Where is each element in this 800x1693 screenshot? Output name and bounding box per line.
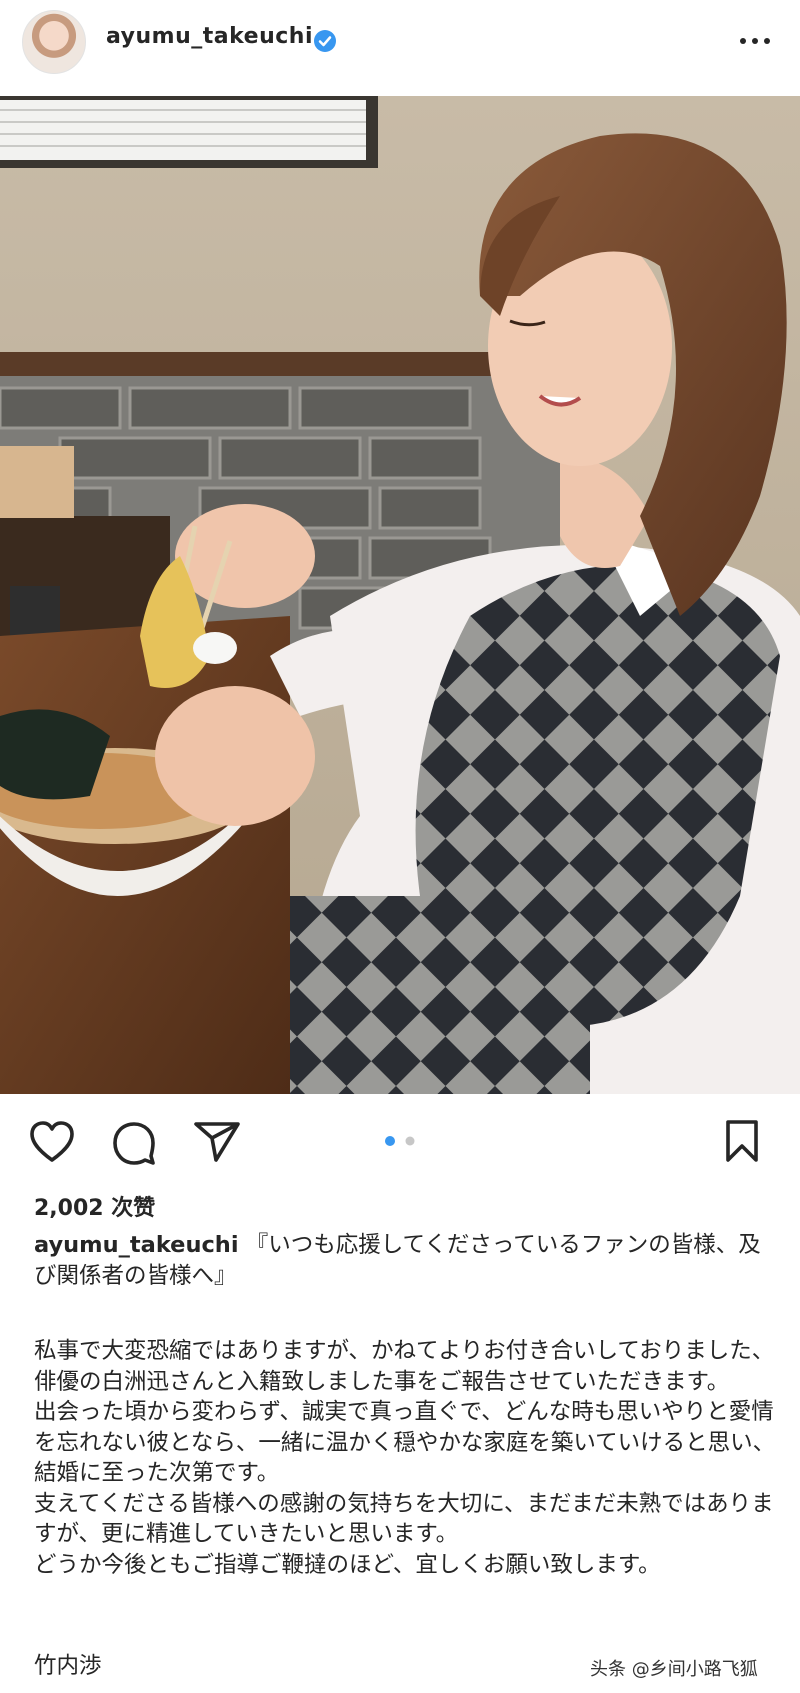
avatar[interactable] bbox=[22, 10, 86, 74]
carousel-indicator bbox=[385, 1136, 415, 1146]
caption-paragraph: 出会った頃から変わらず、誠実で真っ直ぐで、どんな時も思いやりと愛情を忘れない彼と… bbox=[34, 1399, 776, 1486]
photo-illustration bbox=[0, 96, 800, 1094]
more-icon[interactable] bbox=[738, 29, 772, 53]
post-photo[interactable] bbox=[0, 96, 800, 1094]
watermark: 头条 @乡间小路飞狐 bbox=[590, 1659, 758, 1680]
like-count[interactable]: 2,002 次赞 bbox=[34, 1190, 155, 1222]
caption-paragraph: 支えてくださる皆様への感謝の気持ちを大切に、まだまだ未熟ではありますが、更に精進… bbox=[34, 1490, 774, 1548]
share-icon[interactable] bbox=[192, 1120, 242, 1164]
carousel-dot bbox=[405, 1136, 415, 1146]
caption: ayumu_takeuchi 『いつも応援してくださっているファンの皆様、及び関… bbox=[34, 1230, 774, 1292]
verified-icon bbox=[314, 30, 336, 52]
carousel-dot-active bbox=[385, 1136, 395, 1146]
heart-icon[interactable] bbox=[28, 1120, 76, 1164]
post-header: ayumu_takeuchi bbox=[0, 0, 800, 96]
signature: 竹内渉 bbox=[34, 1653, 102, 1679]
comment-icon[interactable] bbox=[111, 1120, 157, 1166]
bookmark-icon[interactable] bbox=[722, 1118, 762, 1164]
caption-username[interactable]: ayumu_takeuchi bbox=[34, 1232, 239, 1258]
caption-paragraph: どうか今後ともご指導ご鞭撻のほど、宜しくお願い致します。 bbox=[34, 1551, 661, 1578]
caption-body: 私事で大変恐縮ではありますが、かねてよりお付き合いしておりました、俳優の白洲迅さ… bbox=[34, 1336, 778, 1580]
username[interactable]: ayumu_takeuchi bbox=[106, 24, 313, 49]
caption-paragraph: 私事で大変恐縮ではありますが、かねてよりお付き合いしておりました、俳優の白洲迅さ… bbox=[34, 1338, 775, 1395]
